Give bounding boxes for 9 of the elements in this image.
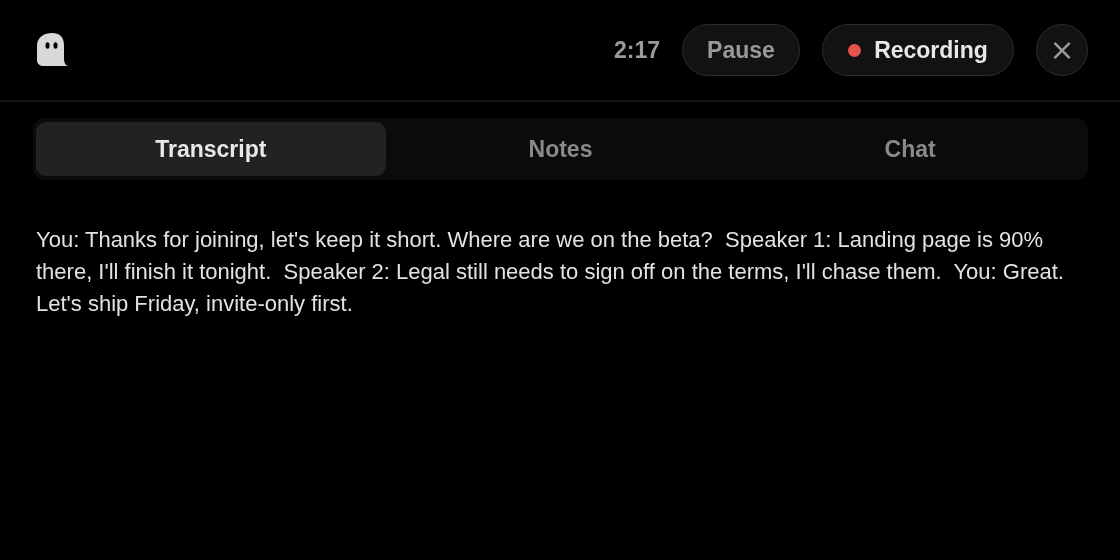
transcript-text: You: Thanks for joining, let's keep it short. Where are we on the beta? Speaker 1: Landing page is 90% there, I'll finish it tonight. Speaker 2: Legal still needs to sign off on the terms, I'll chase them. You: Great. Let's ship Friday, invite-only first. (36, 226, 1065, 318)
ghost-logo-icon (36, 32, 68, 68)
close-button[interactable]: × (1036, 24, 1088, 76)
pause-button[interactable]: Pause (682, 24, 800, 76)
recording-button[interactable]: Recording (822, 24, 1014, 76)
tab[interactable]: Chat (735, 122, 1085, 176)
elapsed-time: 2:17 (613, 36, 660, 64)
tab[interactable]: Notes (385, 122, 736, 176)
tab[interactable]: Transcript (36, 122, 386, 176)
